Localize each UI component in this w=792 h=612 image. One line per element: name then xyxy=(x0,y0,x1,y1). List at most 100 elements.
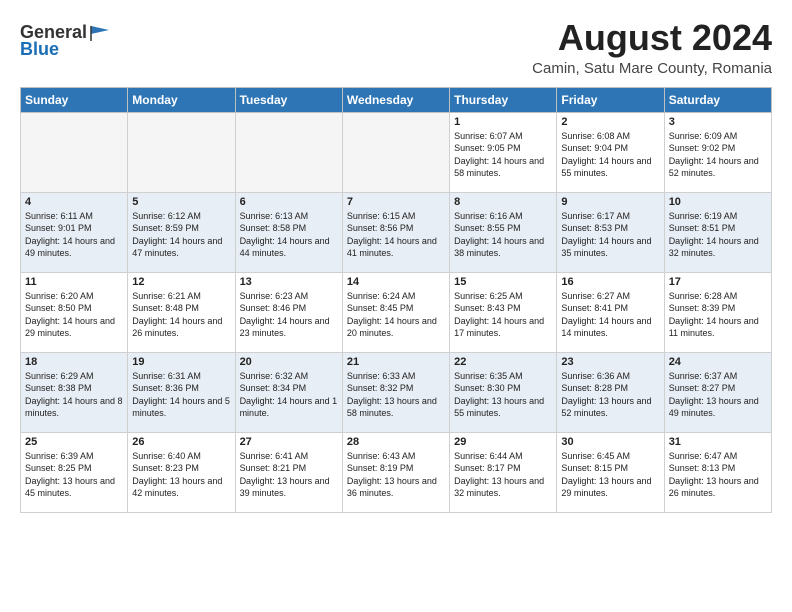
header-friday: Friday xyxy=(557,87,664,112)
day-number: 17 xyxy=(669,276,767,288)
table-row: 21 Sunrise: 6:33 AMSunset: 8:32 PMDayligh… xyxy=(342,352,449,432)
table-row: 26 Sunrise: 6:40 AMSunset: 8:23 PMDayligh… xyxy=(128,432,235,512)
table-row xyxy=(235,112,342,192)
page: General Blue August 2024 Camin, Satu Mar… xyxy=(0,0,792,612)
table-row: 2Sunrise: 6:08 AMSunset: 9:04 PMDaylight… xyxy=(557,112,664,192)
day-number: 1 xyxy=(454,116,552,128)
day-number: 10 xyxy=(669,196,767,208)
day-info: Sunrise: 6:47 AMSunset: 8:13 PMDaylight:… xyxy=(669,450,767,500)
day-info: Sunrise: 6:40 AMSunset: 8:23 PMDaylight:… xyxy=(132,450,230,500)
calendar-week-row: 18Sunrise: 6:29 AMSunset: 8:38 PMDayligh… xyxy=(21,352,772,432)
day-info: Sunrise: 6:41 AMSunset: 8:21 PMDaylight:… xyxy=(240,450,338,500)
day-info: Sunrise: 6:32 AMSunset: 8:34 PMDaylight:… xyxy=(240,370,338,420)
day-number: 12 xyxy=(132,276,230,288)
table-row xyxy=(21,112,128,192)
table-row: 30Sunrise: 6:45 AMSunset: 8:15 PMDayligh… xyxy=(557,432,664,512)
day-number: 27 xyxy=(240,436,338,448)
day-number: 29 xyxy=(454,436,552,448)
table-row: 1 Sunrise: 6:07 AMSunset: 9:05 PMDaylight… xyxy=(450,112,557,192)
day-info: Sunrise: 6:24 AMSunset: 8:45 PMDaylight:… xyxy=(347,290,445,340)
table-row: 11Sunrise: 6:20 AMSunset: 8:50 PMDayligh… xyxy=(21,272,128,352)
table-row: 12 Sunrise: 6:21 AMSunset: 8:48 PMDayligh… xyxy=(128,272,235,352)
day-number: 28 xyxy=(347,436,445,448)
day-number: 21 xyxy=(347,356,445,368)
table-row: 25Sunrise: 6:39 AMSunset: 8:25 PMDayligh… xyxy=(21,432,128,512)
calendar-week-row: 25Sunrise: 6:39 AMSunset: 8:25 PMDayligh… xyxy=(21,432,772,512)
table-row: 6 Sunrise: 6:13 AMSunset: 8:58 PMDaylight… xyxy=(235,192,342,272)
calendar-header-row: Sunday Monday Tuesday Wednesday Thursday… xyxy=(21,87,772,112)
day-info: Sunrise: 6:44 AMSunset: 8:17 PMDaylight:… xyxy=(454,450,552,500)
day-info: Sunrise: 6:27 AMSunset: 8:41 PMDaylight:… xyxy=(561,290,659,340)
subtitle: Camin, Satu Mare County, Romania xyxy=(532,60,772,77)
table-row xyxy=(128,112,235,192)
table-row: 14 Sunrise: 6:24 AMSunset: 8:45 PMDayligh… xyxy=(342,272,449,352)
day-info: Sunrise: 6:08 AMSunset: 9:04 PMDaylight:… xyxy=(561,130,659,180)
table-row: 18Sunrise: 6:29 AMSunset: 8:38 PMDayligh… xyxy=(21,352,128,432)
calendar-table: Sunday Monday Tuesday Wednesday Thursday… xyxy=(20,87,772,513)
day-number: 4 xyxy=(25,196,123,208)
table-row: 17Sunrise: 6:28 AMSunset: 8:39 PMDayligh… xyxy=(664,272,771,352)
day-info: Sunrise: 6:12 AMSunset: 8:59 PMDaylight:… xyxy=(132,210,230,260)
day-info: Sunrise: 6:43 AMSunset: 8:19 PMDaylight:… xyxy=(347,450,445,500)
title-section: August 2024 Camin, Satu Mare County, Rom… xyxy=(532,18,772,77)
day-number: 30 xyxy=(561,436,659,448)
day-number: 8 xyxy=(454,196,552,208)
day-info: Sunrise: 6:19 AMSunset: 8:51 PMDaylight:… xyxy=(669,210,767,260)
table-row: 22 Sunrise: 6:35 AMSunset: 8:30 PMDayligh… xyxy=(450,352,557,432)
day-number: 9 xyxy=(561,196,659,208)
day-info: Sunrise: 6:39 AMSunset: 8:25 PMDaylight:… xyxy=(25,450,123,500)
day-info: Sunrise: 6:15 AMSunset: 8:56 PMDaylight:… xyxy=(347,210,445,260)
calendar-week-row: 11Sunrise: 6:20 AMSunset: 8:50 PMDayligh… xyxy=(21,272,772,352)
day-number: 23 xyxy=(561,356,659,368)
day-number: 31 xyxy=(669,436,767,448)
day-info: Sunrise: 6:16 AMSunset: 8:55 PMDaylight:… xyxy=(454,210,552,260)
logo: General Blue xyxy=(20,22,111,60)
table-row: 10 Sunrise: 6:19 AMSunset: 8:51 PMDayligh… xyxy=(664,192,771,272)
day-number: 18 xyxy=(25,356,123,368)
day-info: Sunrise: 6:25 AMSunset: 8:43 PMDaylight:… xyxy=(454,290,552,340)
day-info: Sunrise: 6:21 AMSunset: 8:48 PMDaylight:… xyxy=(132,290,230,340)
table-row: 4 Sunrise: 6:11 AMSunset: 9:01 PMDaylight… xyxy=(21,192,128,272)
table-row: 27 Sunrise: 6:41 AMSunset: 8:21 PMDayligh… xyxy=(235,432,342,512)
table-row: 3Sunrise: 6:09 AMSunset: 9:02 PMDaylight… xyxy=(664,112,771,192)
table-row: 8 Sunrise: 6:16 AMSunset: 8:55 PMDaylight… xyxy=(450,192,557,272)
day-info: Sunrise: 6:07 AMSunset: 9:05 PMDaylight:… xyxy=(454,130,552,180)
day-number: 26 xyxy=(132,436,230,448)
day-info: Sunrise: 6:11 AMSunset: 9:01 PMDaylight:… xyxy=(25,210,123,260)
day-info: Sunrise: 6:31 AMSunset: 8:36 PMDaylight:… xyxy=(132,370,230,420)
day-number: 14 xyxy=(347,276,445,288)
table-row: 28 Sunrise: 6:43 AMSunset: 8:19 PMDayligh… xyxy=(342,432,449,512)
day-info: Sunrise: 6:37 AMSunset: 8:27 PMDaylight:… xyxy=(669,370,767,420)
day-number: 13 xyxy=(240,276,338,288)
table-row: 5Sunrise: 6:12 AMSunset: 8:59 PMDaylight… xyxy=(128,192,235,272)
table-row: 16 Sunrise: 6:27 AMSunset: 8:41 PMDayligh… xyxy=(557,272,664,352)
day-number: 15 xyxy=(454,276,552,288)
day-number: 6 xyxy=(240,196,338,208)
day-info: Sunrise: 6:23 AMSunset: 8:46 PMDaylight:… xyxy=(240,290,338,340)
day-number: 24 xyxy=(669,356,767,368)
header-thursday: Thursday xyxy=(450,87,557,112)
day-number: 3 xyxy=(669,116,767,128)
day-info: Sunrise: 6:13 AMSunset: 8:58 PMDaylight:… xyxy=(240,210,338,260)
table-row: 31 Sunrise: 6:47 AMSunset: 8:13 PMDayligh… xyxy=(664,432,771,512)
day-info: Sunrise: 6:35 AMSunset: 8:30 PMDaylight:… xyxy=(454,370,552,420)
logo-blue-text: Blue xyxy=(20,39,59,60)
table-row xyxy=(342,112,449,192)
calendar-week-row: 1 Sunrise: 6:07 AMSunset: 9:05 PMDaylight… xyxy=(21,112,772,192)
day-info: Sunrise: 6:36 AMSunset: 8:28 PMDaylight:… xyxy=(561,370,659,420)
day-info: Sunrise: 6:20 AMSunset: 8:50 PMDaylight:… xyxy=(25,290,123,340)
day-info: Sunrise: 6:33 AMSunset: 8:32 PMDaylight:… xyxy=(347,370,445,420)
header-tuesday: Tuesday xyxy=(235,87,342,112)
day-info: Sunrise: 6:17 AMSunset: 8:53 PMDaylight:… xyxy=(561,210,659,260)
main-title: August 2024 xyxy=(532,18,772,58)
header-monday: Monday xyxy=(128,87,235,112)
table-row: 19Sunrise: 6:31 AMSunset: 8:36 PMDayligh… xyxy=(128,352,235,432)
header: General Blue August 2024 Camin, Satu Mar… xyxy=(20,18,772,77)
header-wednesday: Wednesday xyxy=(342,87,449,112)
day-number: 16 xyxy=(561,276,659,288)
day-number: 22 xyxy=(454,356,552,368)
header-sunday: Sunday xyxy=(21,87,128,112)
table-row: 15 Sunrise: 6:25 AMSunset: 8:43 PMDayligh… xyxy=(450,272,557,352)
table-row: 24 Sunrise: 6:37 AMSunset: 8:27 PMDayligh… xyxy=(664,352,771,432)
table-row: 20Sunrise: 6:32 AMSunset: 8:34 PMDayligh… xyxy=(235,352,342,432)
